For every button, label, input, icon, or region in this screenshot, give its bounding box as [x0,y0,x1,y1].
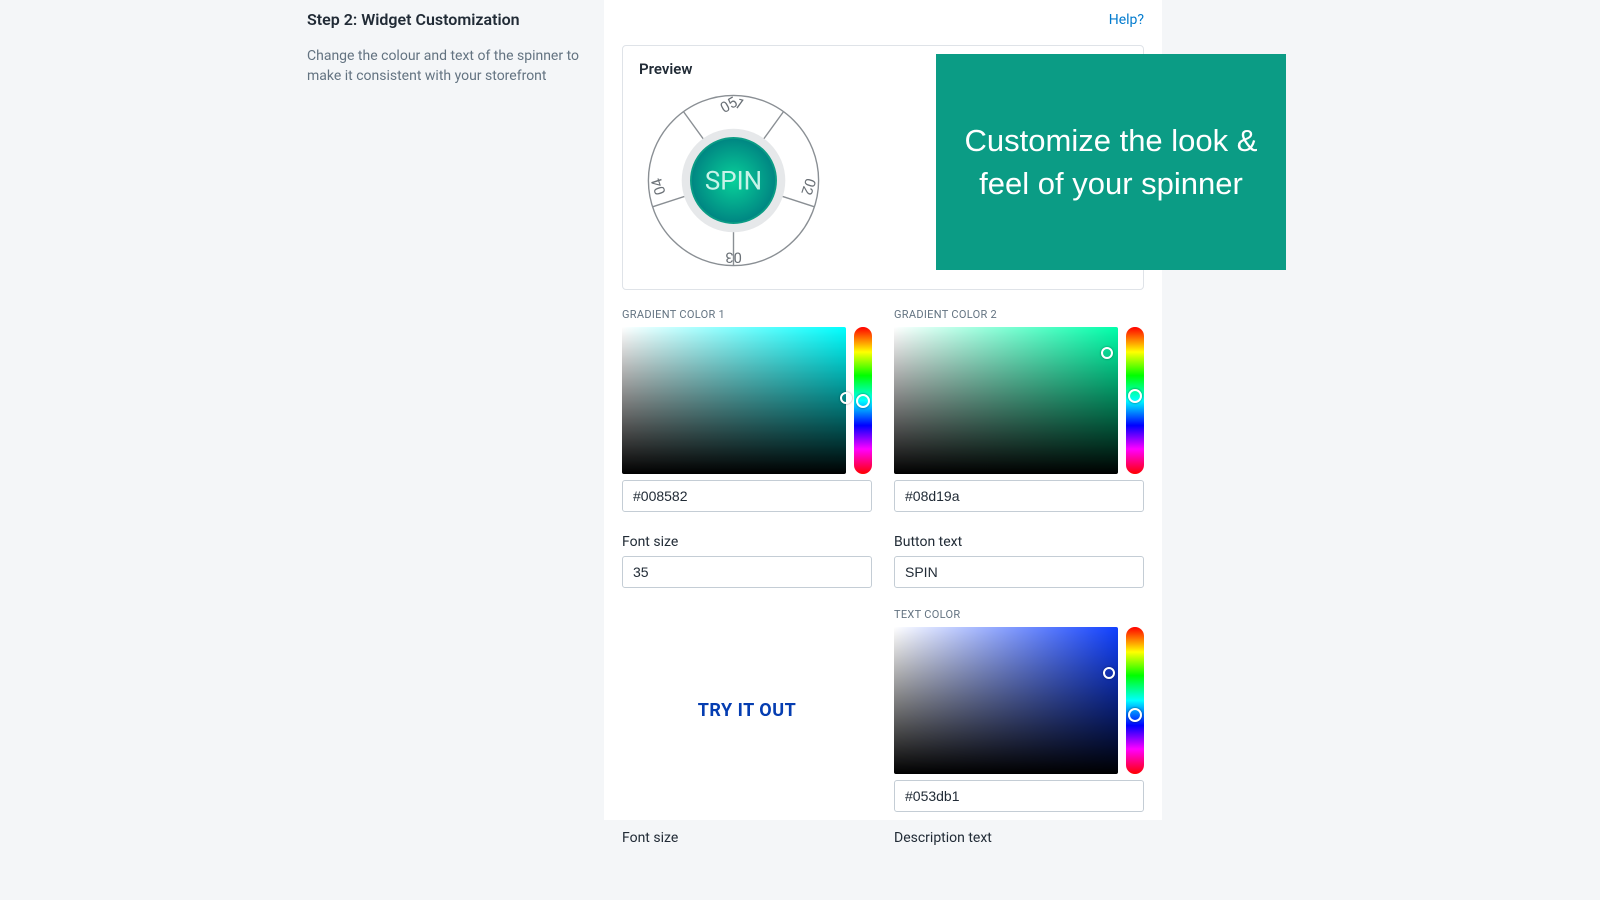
button-text-input[interactable] [894,556,1144,588]
gradient2-hue-slider[interactable] [1126,327,1144,474]
gradient2-picker[interactable] [894,327,1144,474]
spin-button-label: SPIN [705,167,762,197]
spinner-widget[interactable]: SPIN 05 1 02 03 04 [641,88,826,273]
step-title: Step 2: Widget Customization [307,10,587,29]
text-color-picker[interactable] [894,627,1144,774]
font-size-group: Font size [622,534,872,588]
text-color-input[interactable] [894,780,1144,812]
svg-text:03: 03 [725,249,742,267]
gradient2-label: GRADIENT COLOR 2 [894,308,1144,321]
text-color-group: TEXT COLOR [894,608,1144,812]
promo-overlay: Customize the look & feel of your spinne… [936,54,1286,270]
gradient1-label: GRADIENT COLOR 1 [622,308,872,321]
help-link[interactable]: Help? [1109,12,1144,28]
gradient2-sv-cursor[interactable] [1101,347,1113,359]
gradient2-hue-cursor[interactable] [1128,389,1142,403]
gradient1-input[interactable] [622,480,872,512]
gradient1-hue-slider[interactable] [854,327,872,474]
step-description: Change the colour and text of the spinne… [307,47,587,86]
text-color-sv-cursor[interactable] [1103,667,1115,679]
gradient2-input[interactable] [894,480,1144,512]
font-size-input[interactable] [622,556,872,588]
font-size-label: Font size [622,534,872,550]
svg-text:04: 04 [647,176,669,197]
gradient1-hue-cursor[interactable] [856,394,870,408]
button-text-group: Button text [894,534,1144,588]
button-text-label: Button text [894,534,1144,550]
description-text-label: Description text [894,830,1144,846]
gradient-color-1-group: GRADIENT COLOR 1 [622,308,872,512]
font-size-2-label: Font size [622,830,872,846]
text-color-label: TEXT COLOR [894,608,1144,621]
try-it-out-button[interactable]: TRY IT OUT [698,700,796,721]
gradient1-sv-cursor[interactable] [840,392,852,404]
svg-text:02: 02 [797,176,819,197]
text-color-hue-slider[interactable] [1126,627,1144,774]
text-color-hue-cursor[interactable] [1128,708,1142,722]
gradient-color-2-group: GRADIENT COLOR 2 [894,308,1144,512]
gradient1-picker[interactable] [622,327,872,474]
